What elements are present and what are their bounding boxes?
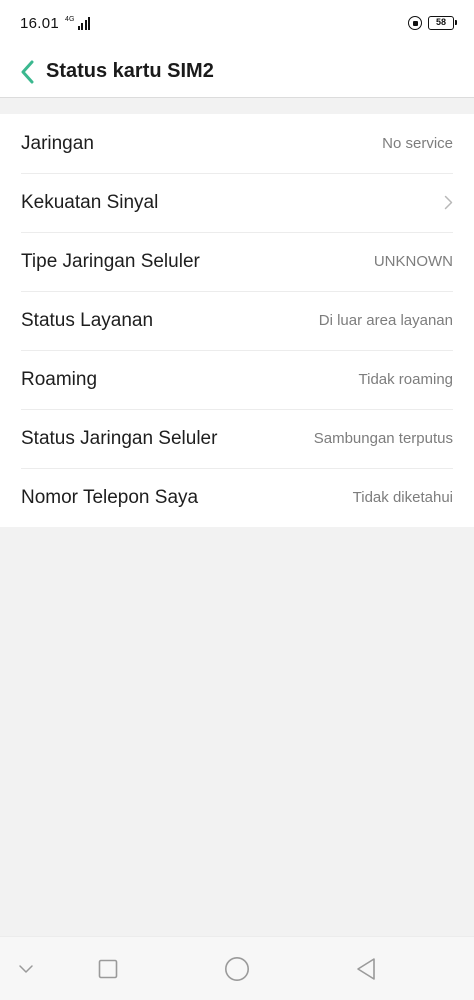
row-roaming: Roaming Tidak roaming xyxy=(0,350,474,409)
row-label: Jaringan xyxy=(21,132,94,154)
row-status-jaringan: Status Jaringan Seluler Sambungan terput… xyxy=(0,409,474,468)
page-title: Status kartu SIM2 xyxy=(46,60,214,82)
status-bar: 16.01 4G 58 xyxy=(0,0,474,46)
app-header: Status kartu SIM2 xyxy=(0,46,474,98)
chevron-down-icon xyxy=(19,965,33,973)
nav-hide-button[interactable] xyxy=(8,937,44,1000)
circle-icon xyxy=(225,957,249,981)
signal-icon: 4G xyxy=(65,16,91,30)
row-value: Tidak diketahui xyxy=(352,489,453,506)
nav-recents-button[interactable] xyxy=(88,937,128,1000)
row-value: Di luar area layanan xyxy=(318,312,453,329)
navigation-bar xyxy=(0,936,474,1000)
row-value: Sambungan terputus xyxy=(313,430,453,447)
signal-bar xyxy=(84,20,87,30)
row-value: No service xyxy=(382,135,453,152)
row-label: Roaming xyxy=(21,368,98,390)
row-kekuatan-sinyal[interactable]: Kekuatan Sinyal xyxy=(0,173,474,232)
nav-home-button[interactable] xyxy=(217,937,257,1000)
signal-bar xyxy=(77,26,80,30)
row-status-layanan: Status Layanan Di luar area layanan xyxy=(0,291,474,350)
signal-bar xyxy=(81,23,84,30)
row-label: Status Jaringan Seluler xyxy=(21,427,218,449)
row-nomor-telepon: Nomor Telepon Saya Tidak diketahui xyxy=(0,468,474,527)
triangle-back-icon xyxy=(357,958,375,980)
row-label: Status Layanan xyxy=(21,309,154,331)
nav-back-button[interactable] xyxy=(346,937,386,1000)
back-button[interactable] xyxy=(10,50,46,94)
row-label: Kekuatan Sinyal xyxy=(21,191,159,213)
rotation-lock-icon xyxy=(408,16,422,30)
battery-icon: 58 xyxy=(428,16,457,30)
status-right: 58 xyxy=(408,16,457,30)
signal-bar xyxy=(88,17,91,30)
row-label: Tipe Jaringan Seluler xyxy=(21,250,200,272)
row-value: UNKNOWN xyxy=(373,253,453,270)
row-tipe-jaringan: Tipe Jaringan Seluler UNKNOWN xyxy=(0,232,474,291)
row-label: Nomor Telepon Saya xyxy=(21,486,199,508)
row-jaringan: Jaringan No service xyxy=(0,114,474,173)
square-icon xyxy=(98,959,118,979)
row-value: Tidak roaming xyxy=(358,371,453,388)
chevron-right-icon xyxy=(441,195,453,211)
network-type: 4G xyxy=(65,16,75,23)
chevron-left-icon xyxy=(21,60,34,83)
sim-status-list: Jaringan No service Kekuatan Sinyal Tipe… xyxy=(0,114,474,527)
status-time: 16.01 xyxy=(20,14,60,32)
